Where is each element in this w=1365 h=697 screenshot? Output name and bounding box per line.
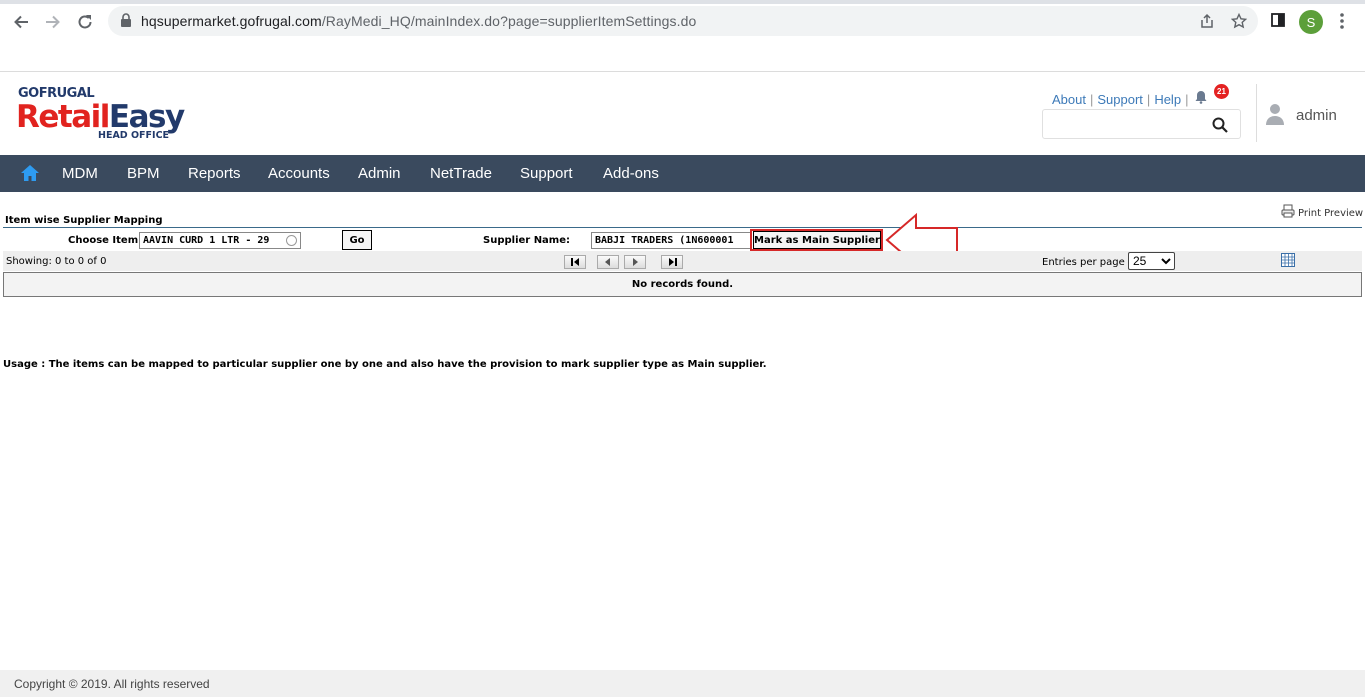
browser-chrome: hqsupermarket.gofrugal.com/RayMedi_HQ/ma… [0, 0, 1365, 72]
logo-retail: Retail [16, 99, 110, 135]
entries-per-page-select[interactable]: 25 [1128, 252, 1175, 270]
next-page-icon [633, 258, 638, 266]
choose-item-input[interactable]: AAVIN CURD 1 LTR - 29 [139, 232, 301, 249]
next-page-button[interactable] [624, 255, 646, 269]
search-icon[interactable] [1212, 117, 1228, 133]
notification-badge: 21 [1214, 84, 1229, 99]
prev-page-icon [605, 258, 610, 266]
last-page-button[interactable] [661, 255, 683, 269]
url-host: hqsupermarket.gofrugal.com [141, 13, 322, 29]
logo-subtitle: HEAD OFFICE [98, 130, 170, 141]
logo[interactable]: RetailEasy [16, 99, 185, 135]
first-page-button[interactable] [564, 255, 586, 269]
supplier-name-input[interactable]: BABJI TRADERS (1N600001 [591, 232, 752, 249]
mark-main-supplier-button[interactable]: Mark as Main Supplier [753, 231, 881, 249]
link-separator: | [1146, 92, 1151, 107]
item-lookup-radio[interactable] [286, 235, 297, 246]
nav-item-support[interactable]: Support [520, 165, 573, 182]
nav-item-admin[interactable]: Admin [358, 165, 401, 182]
nav-item-mdm[interactable]: MDM [62, 165, 98, 182]
nav-item-bpm[interactable]: BPM [127, 165, 160, 182]
url-text: hqsupermarket.gofrugal.com/RayMedi_HQ/ma… [141, 13, 696, 29]
go-button[interactable]: Go [342, 230, 372, 250]
url-path: /RayMedi_HQ/mainIndex.do?page=supplierIt… [321, 13, 697, 29]
prev-page-button[interactable] [597, 255, 619, 269]
back-icon[interactable] [9, 10, 33, 34]
user-name[interactable]: admin [1296, 107, 1337, 124]
results-table: No records found. [3, 272, 1362, 297]
printer-icon [1281, 204, 1295, 218]
nav-item-reports[interactable]: Reports [188, 165, 241, 182]
title-divider [3, 227, 1362, 228]
nav-item-accounts[interactable]: Accounts [268, 165, 330, 182]
top-links: About | Support | Help | [1052, 92, 1192, 107]
about-link[interactable]: About [1052, 92, 1086, 107]
page-title: Item wise Supplier Mapping [5, 215, 163, 226]
bell-icon[interactable] [1194, 90, 1208, 104]
tab-strip [0, 0, 1365, 4]
supplier-name-label: Supplier Name: [483, 235, 571, 246]
header-divider [1256, 84, 1257, 142]
forward-icon[interactable] [41, 10, 65, 34]
help-link[interactable]: Help [1154, 92, 1181, 107]
pagination-bar: Showing: 0 to 0 of 0 Entries per page 25 [3, 251, 1362, 271]
entries-per-page-label: Entries per page [1042, 257, 1125, 268]
menu-dots-icon[interactable] [1338, 12, 1346, 30]
first-page-icon [570, 258, 579, 266]
no-records-message: No records found. [631, 279, 734, 290]
support-link[interactable]: Support [1097, 92, 1143, 107]
link-separator: | [1185, 92, 1189, 107]
search-input[interactable] [1047, 114, 1207, 134]
column-settings-icon[interactable] [1281, 253, 1295, 267]
search-box[interactable] [1042, 109, 1241, 139]
address-bar[interactable]: hqsupermarket.gofrugal.com/RayMedi_HQ/ma… [108, 6, 1258, 36]
sidebar-icon[interactable] [1271, 13, 1285, 27]
last-page-icon [668, 258, 677, 266]
footer: Copyright © 2019. All rights reserved [0, 670, 1365, 697]
main-nav: MDM BPM Reports Accounts Admin NetTrade … [0, 155, 1365, 192]
nav-item-add-ons[interactable]: Add-ons [603, 165, 659, 182]
share-icon[interactable] [1199, 13, 1215, 29]
reload-icon[interactable] [73, 10, 97, 34]
nav-item-nettrade[interactable]: NetTrade [430, 165, 492, 182]
copyright-text: Copyright © 2019. All rights reserved [14, 677, 210, 691]
home-icon[interactable] [20, 163, 40, 183]
showing-count: Showing: 0 to 0 of 0 [6, 256, 107, 267]
print-preview-link[interactable]: Print Preview [1281, 204, 1363, 219]
lock-icon [121, 13, 131, 27]
user-icon[interactable] [1266, 102, 1284, 126]
usage-note: Usage : The items can be mapped to parti… [3, 359, 767, 370]
choose-item-label: Choose Item : [68, 235, 146, 246]
link-separator: | [1089, 92, 1094, 107]
star-icon[interactable] [1231, 13, 1247, 29]
profile-avatar[interactable]: S [1299, 10, 1323, 34]
print-preview-label: Print Preview [1298, 208, 1364, 219]
app-header: GOFRUGAL RetailEasy HEAD OFFICE About | Su… [0, 72, 1365, 155]
